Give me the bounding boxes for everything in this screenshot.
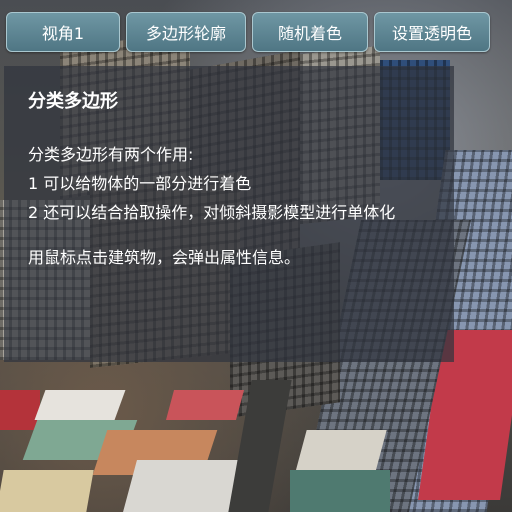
view-1-button[interactable]: 视角1: [6, 12, 120, 52]
panel-intro: 分类多边形有两个作用:: [28, 145, 194, 164]
rooftop: [165, 390, 245, 420]
rooftop: [290, 470, 390, 512]
toolbar: 视角1 多边形轮廓 随机着色 设置透明色: [6, 12, 490, 52]
random-color-button[interactable]: 随机着色: [252, 12, 368, 52]
panel-title: 分类多边形: [28, 91, 118, 112]
rooftop: [0, 470, 94, 512]
polygon-outline-button[interactable]: 多边形轮廓: [126, 12, 246, 52]
set-transparent-color-button[interactable]: 设置透明色: [374, 12, 490, 52]
panel-spacer: [28, 227, 444, 243]
panel-line-2: 2 还可以结合拾取操作，对倾斜摄影模型进行单体化: [28, 203, 396, 222]
rooftop: [0, 390, 40, 430]
rooftop: [34, 390, 126, 420]
rooftop: [123, 460, 247, 512]
info-panel: 分类多边形 分类多边形有两个作用: 1 可以给物体的一部分进行着色 2 还可以结…: [4, 66, 454, 362]
panel-line-1: 1 可以给物体的一部分进行着色: [28, 174, 252, 193]
panel-hint: 用鼠标点击建筑物，会弹出属性信息。: [28, 248, 301, 267]
